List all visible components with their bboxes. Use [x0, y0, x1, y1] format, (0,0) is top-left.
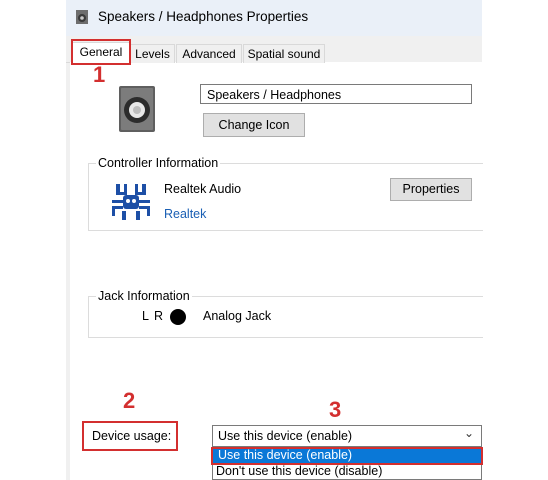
jack-color-dot [170, 309, 186, 325]
device-usage-label: Device usage: [92, 429, 172, 443]
device-usage-selected-value: Use this device (enable) [218, 429, 353, 443]
tab-levels[interactable]: Levels [130, 44, 175, 63]
chevron-down-icon[interactable]: ⌄ [464, 426, 474, 440]
jack-info-label: Jack Information [96, 289, 192, 303]
tab-advanced[interactable]: Advanced [176, 44, 242, 63]
window-title: Speakers / Headphones Properties [98, 9, 309, 24]
speaker-device-icon [119, 86, 155, 132]
option-enable-highlight [211, 447, 483, 465]
device-name-field[interactable]: Speakers / Headphones [200, 84, 472, 104]
controller-info-label: Controller Information [96, 156, 221, 170]
general-tab-highlight [71, 39, 131, 65]
properties-button[interactable]: Properties [390, 178, 472, 201]
step-2-marker: 2 [123, 388, 136, 413]
speaker-icon [76, 10, 88, 24]
change-icon-button[interactable]: Change Icon [203, 113, 305, 137]
option-disable[interactable]: Don't use this device (disable) [216, 464, 382, 478]
jack-channels: L R [142, 309, 164, 323]
tab-spatial-sound[interactable]: Spatial sound [243, 44, 325, 63]
step-3-marker: 3 [329, 397, 342, 422]
controller-vendor-link[interactable]: Realtek [164, 207, 206, 221]
realtek-crab-icon [112, 184, 150, 220]
step-1-marker: 1 [93, 62, 106, 87]
jack-type: Analog Jack [203, 309, 272, 323]
controller-name: Realtek Audio [164, 182, 242, 196]
